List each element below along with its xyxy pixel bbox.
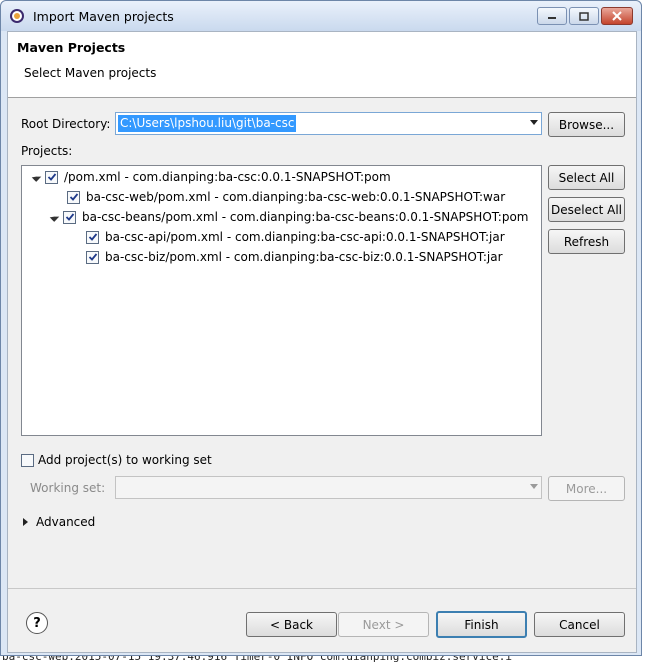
project-label: /pom.xml - com.dianping:ba-csc:0.0.1-SNA… <box>64 170 391 184</box>
maximize-button[interactable] <box>569 7 599 25</box>
project-label: ba-csc-beans/pom.xml - com.dianping:ba-c… <box>82 210 529 224</box>
maximize-icon <box>579 11 589 21</box>
project-label: ba-csc-web/pom.xml - com.dianping:ba-csc… <box>86 190 506 204</box>
tree-row[interactable]: ba-csc-api/pom.xml - com.dianping:ba-csc… <box>86 228 505 246</box>
import-maven-window: Import Maven projects Maven Projects Sel… <box>0 0 642 656</box>
browse-button[interactable]: Browse... <box>548 112 625 137</box>
projects-tree[interactable]: /pom.xml - com.dianping:ba-csc:0.0.1-SNA… <box>21 165 542 436</box>
project-label: ba-csc-api/pom.xml - com.dianping:ba-csc… <box>105 230 505 244</box>
select-all-button[interactable]: Select All <box>548 165 625 190</box>
page-subtitle: Select Maven projects <box>24 66 157 80</box>
chevron-down-icon[interactable] <box>530 484 538 489</box>
add-to-working-set-option[interactable]: Add project(s) to working set <box>21 453 212 467</box>
next-button[interactable]: Next > <box>338 612 429 637</box>
root-directory-label: Root Directory: <box>21 117 111 131</box>
expand-arrow-icon[interactable] <box>49 212 59 222</box>
tree-row[interactable]: ba-csc-web/pom.xml - com.dianping:ba-csc… <box>67 188 505 206</box>
project-checkbox[interactable] <box>45 170 58 184</box>
minimize-button[interactable] <box>537 7 567 25</box>
expand-arrow-icon[interactable] <box>31 172 41 182</box>
working-set-combo[interactable] <box>115 476 542 499</box>
title-bar[interactable]: Import Maven projects <box>1 1 641 31</box>
eclipse-icon <box>10 9 24 23</box>
checkmark-icon <box>47 173 56 181</box>
tree-row[interactable]: ba-csc-biz/pom.xml - com.dianping:ba-csc… <box>86 248 503 266</box>
wizard-header: Maven Projects Select Maven projects <box>8 32 636 98</box>
footer-divider <box>8 588 636 589</box>
checkmark-icon <box>88 233 97 241</box>
working-set-label: Working set: <box>30 481 106 495</box>
cancel-button[interactable]: Cancel <box>534 612 625 637</box>
working-set-checkbox-label: Add project(s) to working set <box>38 453 212 467</box>
working-set-checkbox[interactable] <box>21 453 34 467</box>
more-button[interactable]: More... <box>548 476 625 501</box>
refresh-button[interactable]: Refresh <box>548 229 625 254</box>
caret-right-icon[interactable] <box>23 518 28 526</box>
close-button[interactable] <box>601 7 633 25</box>
checkmark-icon <box>65 213 74 221</box>
advanced-section-toggle[interactable]: Advanced <box>23 515 95 529</box>
chevron-down-icon[interactable] <box>530 120 538 125</box>
dialog-client-area: Maven Projects Select Maven projects Roo… <box>7 31 637 653</box>
page-title: Maven Projects <box>17 40 126 55</box>
deselect-all-button[interactable]: Deselect All <box>548 197 625 222</box>
checkmark-icon <box>88 253 97 261</box>
minimize-icon <box>548 17 556 19</box>
root-directory-value[interactable]: C:\Users\lpshou.liu\git\ba-csc <box>118 115 297 132</box>
projects-label: Projects: <box>21 144 73 158</box>
advanced-label: Advanced <box>36 515 96 529</box>
project-checkbox[interactable] <box>67 190 80 204</box>
finish-button[interactable]: Finish <box>436 611 527 638</box>
close-icon <box>612 11 622 21</box>
tree-row[interactable]: ba-csc-beans/pom.xml - com.dianping:ba-c… <box>49 208 528 226</box>
checkmark-icon <box>69 193 78 201</box>
project-checkbox[interactable] <box>86 230 99 244</box>
window-title: Import Maven projects <box>33 9 174 24</box>
project-checkbox[interactable] <box>86 250 99 264</box>
project-checkbox[interactable] <box>63 210 76 224</box>
project-label: ba-csc-biz/pom.xml - com.dianping:ba-csc… <box>105 250 503 264</box>
help-icon[interactable]: ? <box>26 612 48 634</box>
tree-row[interactable]: /pom.xml - com.dianping:ba-csc:0.0.1-SNA… <box>31 168 391 186</box>
back-button[interactable]: < Back <box>246 612 337 637</box>
root-directory-combo[interactable]: C:\Users\lpshou.liu\git\ba-csc <box>115 112 542 135</box>
